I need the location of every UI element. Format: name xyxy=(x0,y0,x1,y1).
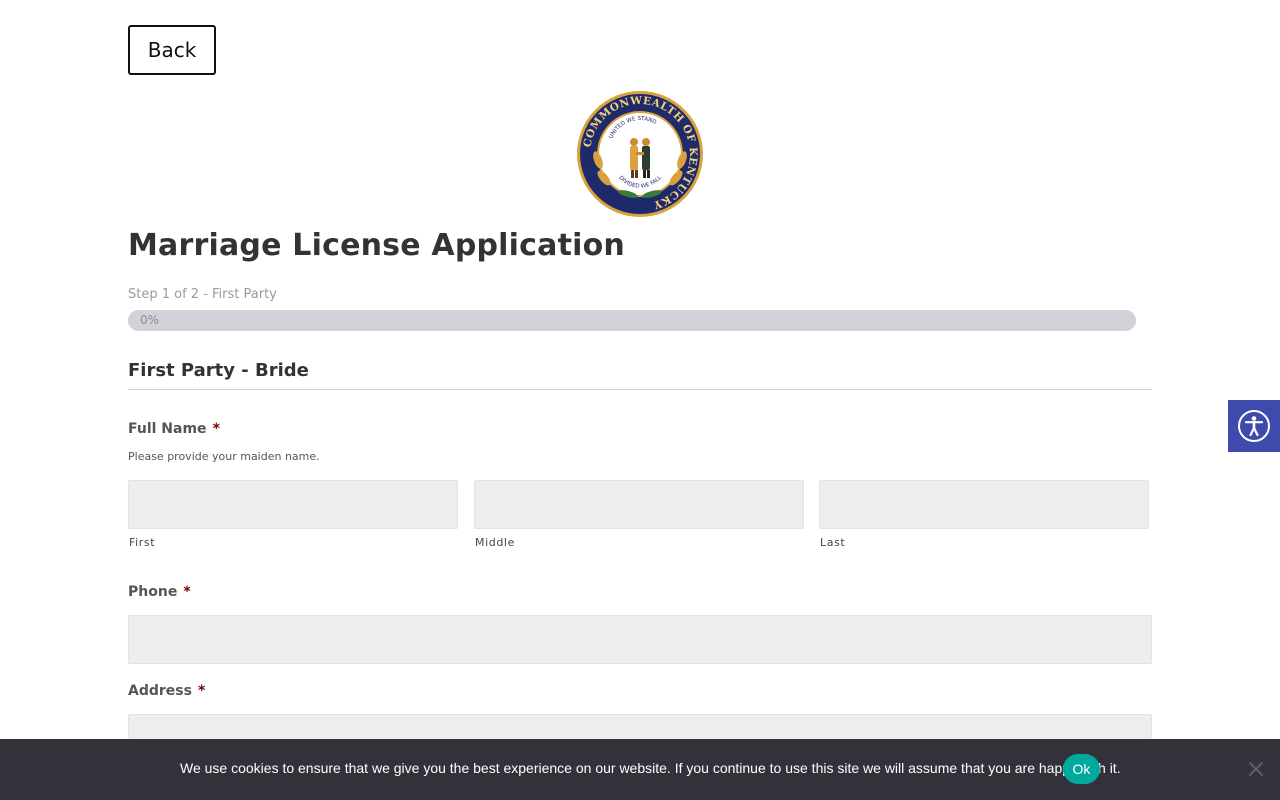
full-name-description: Please provide your maiden name. xyxy=(128,450,320,463)
required-asterisk: * xyxy=(183,584,191,600)
section-title: First Party - Bride xyxy=(128,360,309,381)
kentucky-state-seal: COMMONWEALTH OF KENTUCKY UNITED WE STAND… xyxy=(577,91,703,217)
full-name-label: Full Name * xyxy=(128,421,220,437)
phone-input[interactable] xyxy=(128,615,1152,664)
accessibility-button[interactable] xyxy=(1228,400,1280,452)
accessibility-icon xyxy=(1238,410,1270,442)
address-label: Address * xyxy=(128,683,206,699)
first-name-sublabel: First xyxy=(129,536,156,549)
last-name-input[interactable] xyxy=(819,480,1149,529)
last-name-sublabel: Last xyxy=(820,536,846,549)
required-asterisk: * xyxy=(197,683,206,699)
close-icon[interactable] xyxy=(1248,761,1264,777)
cookie-accept-button[interactable]: Ok xyxy=(1063,754,1100,784)
cookie-message: We use cookies to ensure that we give yo… xyxy=(180,760,1121,776)
cookie-banner: We use cookies to ensure that we give yo… xyxy=(0,739,1280,800)
middle-name-sublabel: Middle xyxy=(475,536,515,549)
back-button[interactable]: Back xyxy=(128,25,216,75)
section-divider xyxy=(128,389,1152,390)
first-name-input[interactable] xyxy=(128,480,458,529)
page-title: Marriage License Application xyxy=(128,228,625,263)
step-indicator: Step 1 of 2 - First Party xyxy=(128,287,277,302)
progress-label: 0% xyxy=(140,313,160,327)
middle-name-input[interactable] xyxy=(474,480,804,529)
required-asterisk: * xyxy=(212,421,220,437)
progress-bar: 0% xyxy=(128,310,1136,331)
phone-label: Phone * xyxy=(128,584,191,600)
